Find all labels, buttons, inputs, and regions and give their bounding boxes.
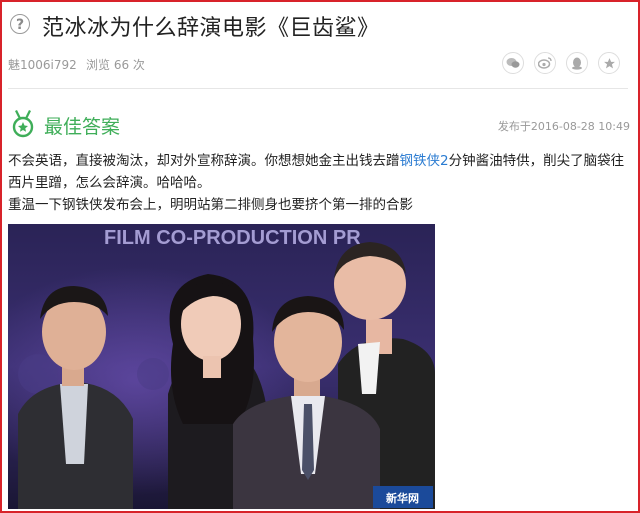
asker-username[interactable]: 魅1006i792 — [8, 56, 77, 73]
banner-text: FILM CO-PRODUCTION PR — [104, 227, 361, 249]
question-title: 范冰冰为什么辞演电影《巨齿鲨》 — [42, 16, 380, 41]
view-count: 浏览 66 次 — [86, 58, 145, 72]
watermark-text: 新华网 — [386, 491, 419, 505]
iron-man-2-link[interactable]: 钢铁侠2 — [400, 153, 449, 169]
post-timestamp: 发布于2016-08-28 10:49 — [497, 120, 630, 133]
section-divider — [8, 88, 628, 89]
best-answer-header: 最佳答案 发布于2016-08-28 10:49 — [8, 110, 632, 140]
answer-text: 不会英语，直接被淘汰，却对外宣称辞演。你想想她金主出钱去蹭 — [8, 153, 400, 169]
best-answer-label: 最佳答案 — [44, 116, 121, 138]
answer-body: 不会英语，直接被淘汰，却对外宣称辞演。你想想她金主出钱去蹭钢铁侠2分钟酱油特供，… — [8, 150, 632, 216]
question-meta: 魅1006i792 浏览 66 次 — [0, 52, 636, 76]
answer-text: 重温一下钢铁侠发布会上，明明站第二排侧身也要挤个第一排的合影 — [8, 197, 413, 213]
wechat-icon[interactable] — [502, 52, 524, 74]
question-icon: ? — [10, 14, 30, 34]
question-header: ? 范冰冰为什么辞演电影《巨齿鲨》 — [8, 8, 628, 42]
medal-icon — [12, 110, 34, 138]
weibo-icon[interactable] — [534, 52, 556, 74]
event-photo: FILM CO-PRODUCTION PR 新华网 — [8, 224, 435, 509]
star-icon[interactable] — [598, 52, 620, 74]
qq-icon[interactable] — [566, 52, 588, 74]
